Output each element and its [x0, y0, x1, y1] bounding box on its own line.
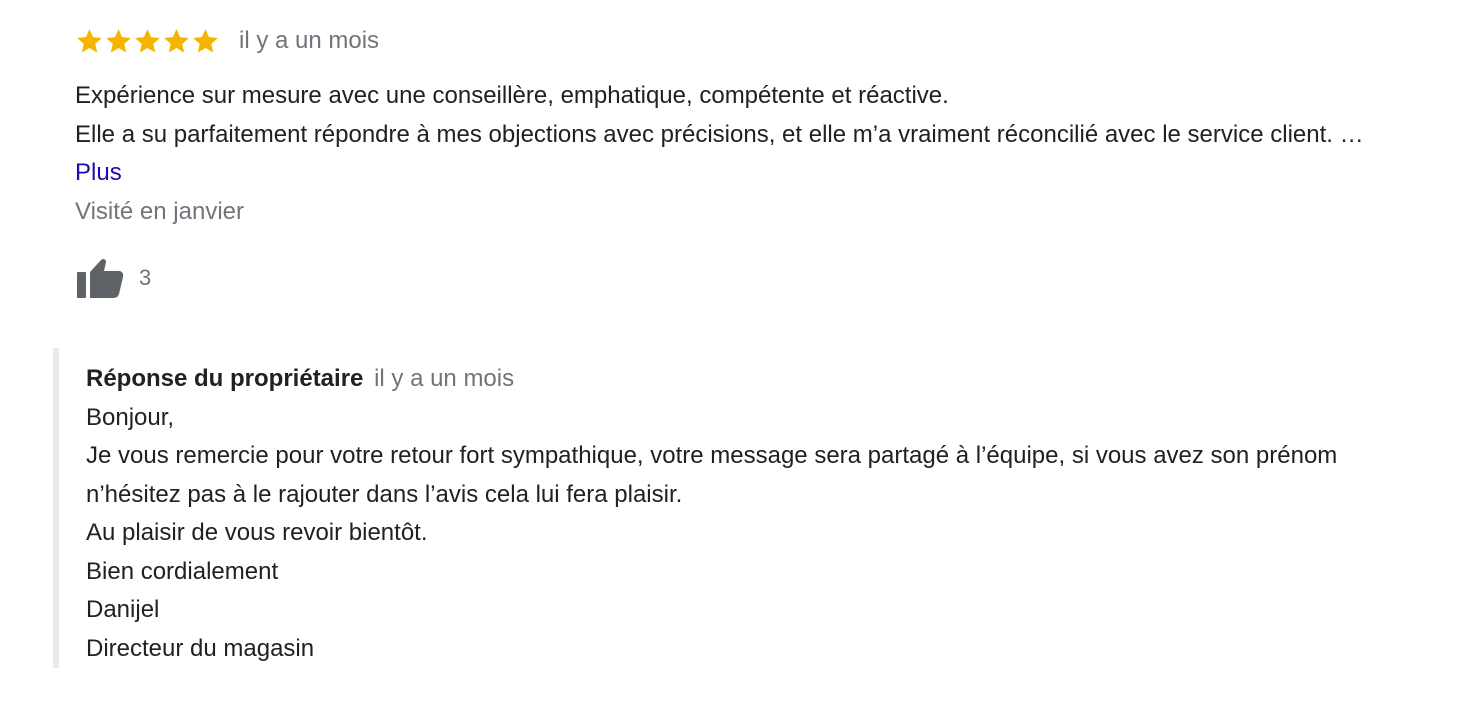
review-text: Expérience sur mesure avec une conseillè…: [75, 77, 1415, 193]
like-count: 3: [139, 265, 152, 290]
owner-reply-date: il y a un mois: [374, 365, 515, 392]
owner-reply: Réponse du propriétaire il y a un mois B…: [53, 348, 1359, 668]
star-icon: [133, 27, 162, 56]
review-date: il y a un mois: [239, 27, 380, 54]
star-rating: [75, 27, 220, 56]
review-text-line: Elle a su parfaitement répondre à mes ob…: [75, 116, 1415, 193]
owner-reply-author: Réponse du propriétaire: [86, 365, 364, 392]
owner-reply-line: Bonjour,: [86, 403, 175, 431]
owner-reply-line: Je vous remercie pour votre retour fort …: [86, 442, 1338, 508]
more-link[interactable]: Plus: [75, 159, 122, 186]
star-icon: [162, 27, 191, 56]
visited-date: Visité en janvier: [75, 198, 244, 225]
owner-reply-line: Directeur du magasin: [86, 634, 315, 662]
owner-reply-line: Bien cordialement: [86, 557, 279, 585]
thumbs-up-icon[interactable]: [75, 255, 127, 301]
owner-reply-body: Réponse du propriétaire il y a un mois B…: [86, 360, 1356, 668]
star-icon: [191, 27, 220, 56]
rating-row: il y a un mois: [75, 22, 379, 60]
review-text-line: Expérience sur mesure avec une conseillè…: [75, 82, 949, 109]
owner-reply-header: Réponse du propriétaire il y a un mois: [86, 360, 1356, 399]
owner-reply-line: Au plaisir de vous revoir bientôt.: [86, 519, 428, 546]
star-icon: [75, 27, 104, 56]
review-text-continuation: Elle a su parfaitement répondre à mes ob…: [75, 120, 1364, 148]
owner-reply-line: Danijel: [86, 596, 160, 623]
star-icon: [104, 27, 133, 56]
like-button[interactable]: 3: [75, 255, 151, 301]
